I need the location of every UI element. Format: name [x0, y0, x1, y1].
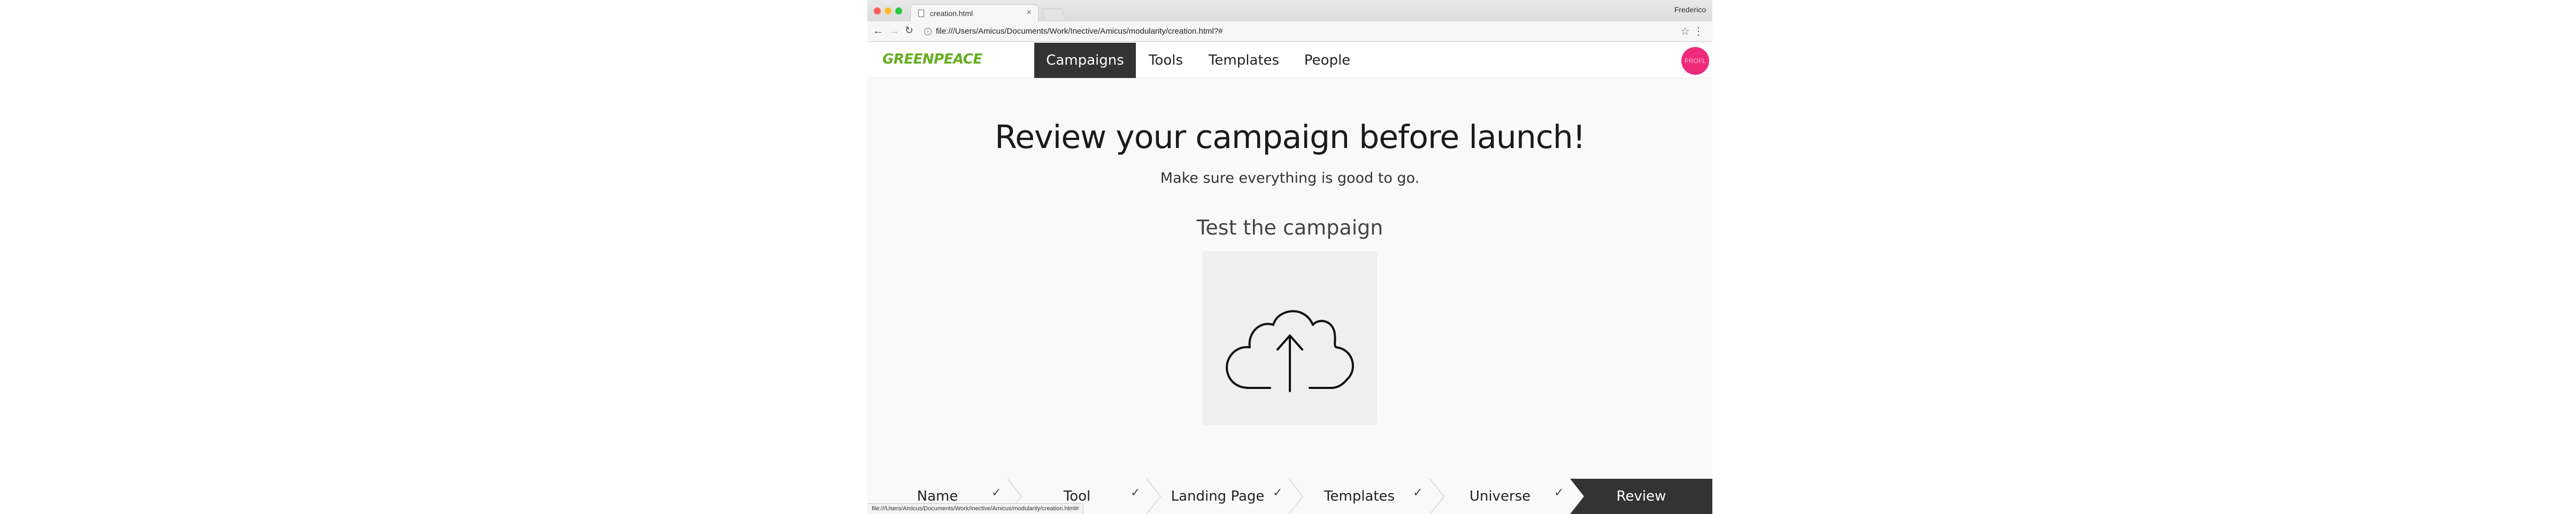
step-label: Universe	[1469, 488, 1531, 504]
checkmark-icon: ✓	[1554, 486, 1564, 500]
checkmark-icon: ✓	[1131, 486, 1141, 500]
window-maximize-button[interactable]	[895, 7, 902, 14]
browser-toolbar: ← → ↻ i file:///Users/Amicus/Documents/W…	[867, 21, 1712, 42]
info-icon[interactable]: i	[924, 28, 932, 35]
nav-tools[interactable]: Tools	[1136, 43, 1196, 78]
window-close-button[interactable]	[874, 7, 881, 14]
page-title: Review your campaign before launch!	[995, 119, 1586, 156]
reload-icon[interactable]: ↻	[905, 25, 913, 37]
browser-menu-icon[interactable]: ⋮	[1693, 25, 1704, 38]
cloud-upload-icon	[1226, 310, 1354, 392]
page-subtitle: Make sure everything is good to go.	[1160, 170, 1420, 186]
back-arrow-icon[interactable]: ←	[873, 25, 883, 37]
browser-tab[interactable]: creation.html ×	[910, 4, 1039, 21]
checkmark-icon: ✓	[1273, 486, 1283, 500]
browser-window: creation.html × Frederico ← → ↻ i file:/…	[867, 0, 1712, 514]
step-label: Landing Page	[1171, 488, 1265, 504]
app-header: GREENPEACE Campaigns Tools Templates Peo…	[867, 43, 1712, 78]
step-review[interactable]: Review	[1570, 479, 1712, 514]
forward-arrow-icon[interactable]: →	[889, 25, 899, 37]
checkmark-icon: ✓	[1413, 486, 1423, 500]
step-templates[interactable]: Templates ✓	[1289, 479, 1430, 514]
step-label: Review	[1616, 488, 1666, 504]
step-label: Templates	[1324, 488, 1395, 504]
greenpeace-logo[interactable]: GREENPEACE	[882, 51, 982, 67]
bookmark-star-icon[interactable]: ☆	[1680, 25, 1690, 38]
status-bar-url: file:///Users/Amicus/Documents/Work/Inec…	[867, 503, 1084, 514]
step-landing-page[interactable]: Landing Page ✓	[1147, 479, 1289, 514]
nav-campaigns[interactable]: Campaigns	[1034, 43, 1136, 78]
new-tab-button[interactable]	[1040, 9, 1067, 20]
nav-templates[interactable]: Templates	[1196, 43, 1292, 78]
address-bar[interactable]: file:///Users/Amicus/Documents/Work/Inec…	[936, 27, 1223, 36]
tab-close-icon[interactable]: ×	[1027, 8, 1032, 18]
browser-profile-name[interactable]: Frederico	[1674, 5, 1706, 14]
section-title: Test the campaign	[1196, 216, 1383, 239]
window-minimize-button[interactable]	[885, 7, 891, 14]
tab-title: creation.html	[930, 9, 973, 18]
avatar[interactable]: PROFL	[1681, 47, 1709, 75]
upload-dropzone[interactable]	[1203, 251, 1377, 425]
browser-titlebar: creation.html × Frederico	[867, 0, 1712, 21]
nav-people[interactable]: People	[1292, 43, 1363, 78]
step-universe[interactable]: Universe ✓	[1430, 479, 1570, 514]
document-icon	[918, 10, 924, 17]
